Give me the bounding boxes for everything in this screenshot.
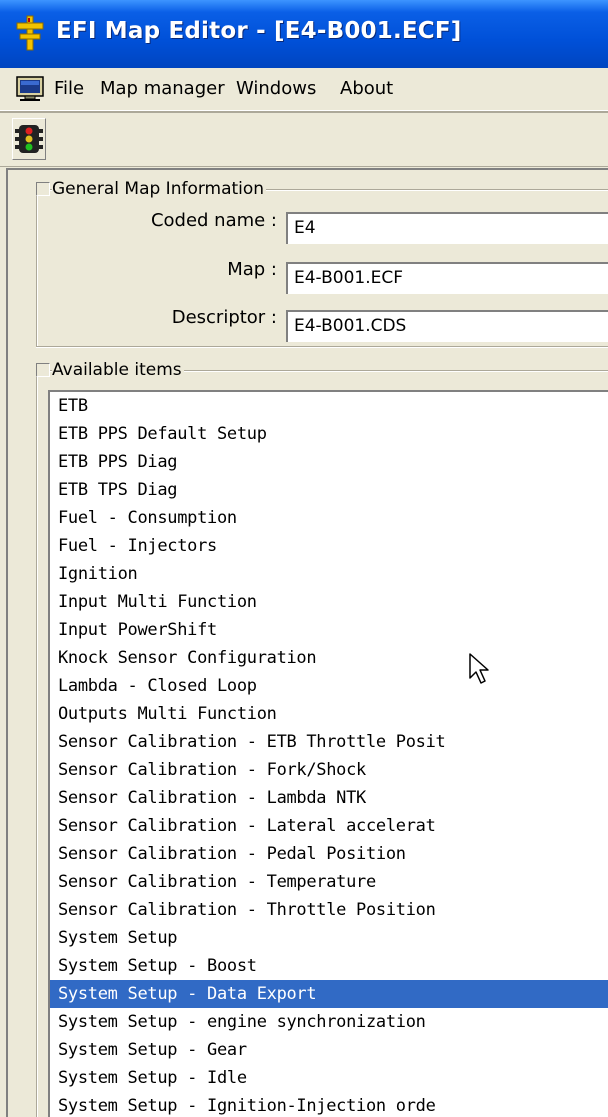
list-item[interactable]: Fuel - Consumption: [50, 504, 608, 532]
list-item[interactable]: System Setup - Idle: [50, 1064, 608, 1092]
available-items-list[interactable]: ETB ETB PPS Default Setup ETB PPS Diag ETB …: [48, 390, 608, 1117]
descriptor-field[interactable]: E4-B001.CDS: [286, 310, 608, 342]
list-item[interactable]: Sensor Calibration - Lambda NTK: [50, 784, 608, 812]
list-item[interactable]: ETB TPS Diag: [50, 476, 608, 504]
menu-file[interactable]: File: [54, 78, 84, 99]
list-item[interactable]: System Setup - engine synchronization: [50, 1008, 608, 1036]
traffic-light-button[interactable]: [12, 118, 46, 160]
list-item[interactable]: System Setup: [50, 924, 608, 952]
general-info-frame-bottom: [36, 346, 608, 348]
available-items-frame-left: [36, 370, 38, 1117]
list-item[interactable]: ETB PPS Default Setup: [50, 420, 608, 448]
list-item[interactable]: Input PowerShift: [50, 616, 608, 644]
app-window: EFI Map Editor - [E4-B001.ECF] File Map …: [0, 0, 608, 1117]
general-info-title: General Map Information: [52, 179, 267, 199]
traffic-light-icon: [15, 125, 43, 153]
descriptor-label: Descriptor :: [171, 307, 277, 328]
title-bar[interactable]: EFI Map Editor - [E4-B001.ECF]: [0, 0, 608, 68]
monitor-icon[interactable]: [16, 76, 44, 102]
menu-windows[interactable]: Windows: [236, 78, 316, 99]
list-item[interactable]: ETB PPS Diag: [50, 448, 608, 476]
list-item[interactable]: Sensor Calibration - Temperature: [50, 868, 608, 896]
window-title: EFI Map Editor - [E4-B001.ECF]: [56, 18, 462, 44]
mouse-cursor-icon: [469, 653, 489, 684]
map-field[interactable]: E4-B001.ECF: [286, 262, 608, 294]
coded-name-field[interactable]: E4: [286, 212, 608, 244]
toolbar-separator: [0, 166, 608, 167]
general-info-collapse-toggle[interactable]: [36, 182, 50, 196]
list-item[interactable]: ETB: [50, 392, 608, 420]
toolbar: [0, 113, 608, 167]
list-item[interactable]: Sensor Calibration - Pedal Position: [50, 840, 608, 868]
list-item[interactable]: Knock Sensor Configuration: [50, 644, 608, 672]
map-label: Map :: [227, 259, 277, 280]
list-item[interactable]: Sensor Calibration - Fork/Shock: [50, 756, 608, 784]
list-item[interactable]: System Setup - Ignition-Injection orde: [50, 1092, 608, 1117]
menu-about[interactable]: About: [340, 78, 393, 99]
list-item[interactable]: Sensor Calibration - ETB Throttle Posit: [50, 728, 608, 756]
list-item[interactable]: System Setup - Data Export: [50, 980, 608, 1008]
general-info-frame-left: [36, 189, 38, 347]
coded-name-label: Coded name :: [150, 210, 277, 231]
list-item[interactable]: Outputs Multi Function: [50, 700, 608, 728]
list-item[interactable]: Sensor Calibration - Throttle Position: [50, 896, 608, 924]
available-items-collapse-toggle[interactable]: [36, 363, 50, 377]
list-item[interactable]: Lambda - Closed Loop: [50, 672, 608, 700]
list-item[interactable]: System Setup - Boost: [50, 952, 608, 980]
list-item[interactable]: Input Multi Function: [50, 588, 608, 616]
app-icon: [16, 15, 44, 51]
list-item[interactable]: Sensor Calibration - Lateral accelerat: [50, 812, 608, 840]
menu-map-manager[interactable]: Map manager: [100, 78, 225, 99]
available-items-title: Available items: [52, 360, 184, 380]
list-item[interactable]: Fuel - Injectors: [50, 532, 608, 560]
list-item[interactable]: Ignition: [50, 560, 608, 588]
list-item[interactable]: System Setup - Gear: [50, 1036, 608, 1064]
